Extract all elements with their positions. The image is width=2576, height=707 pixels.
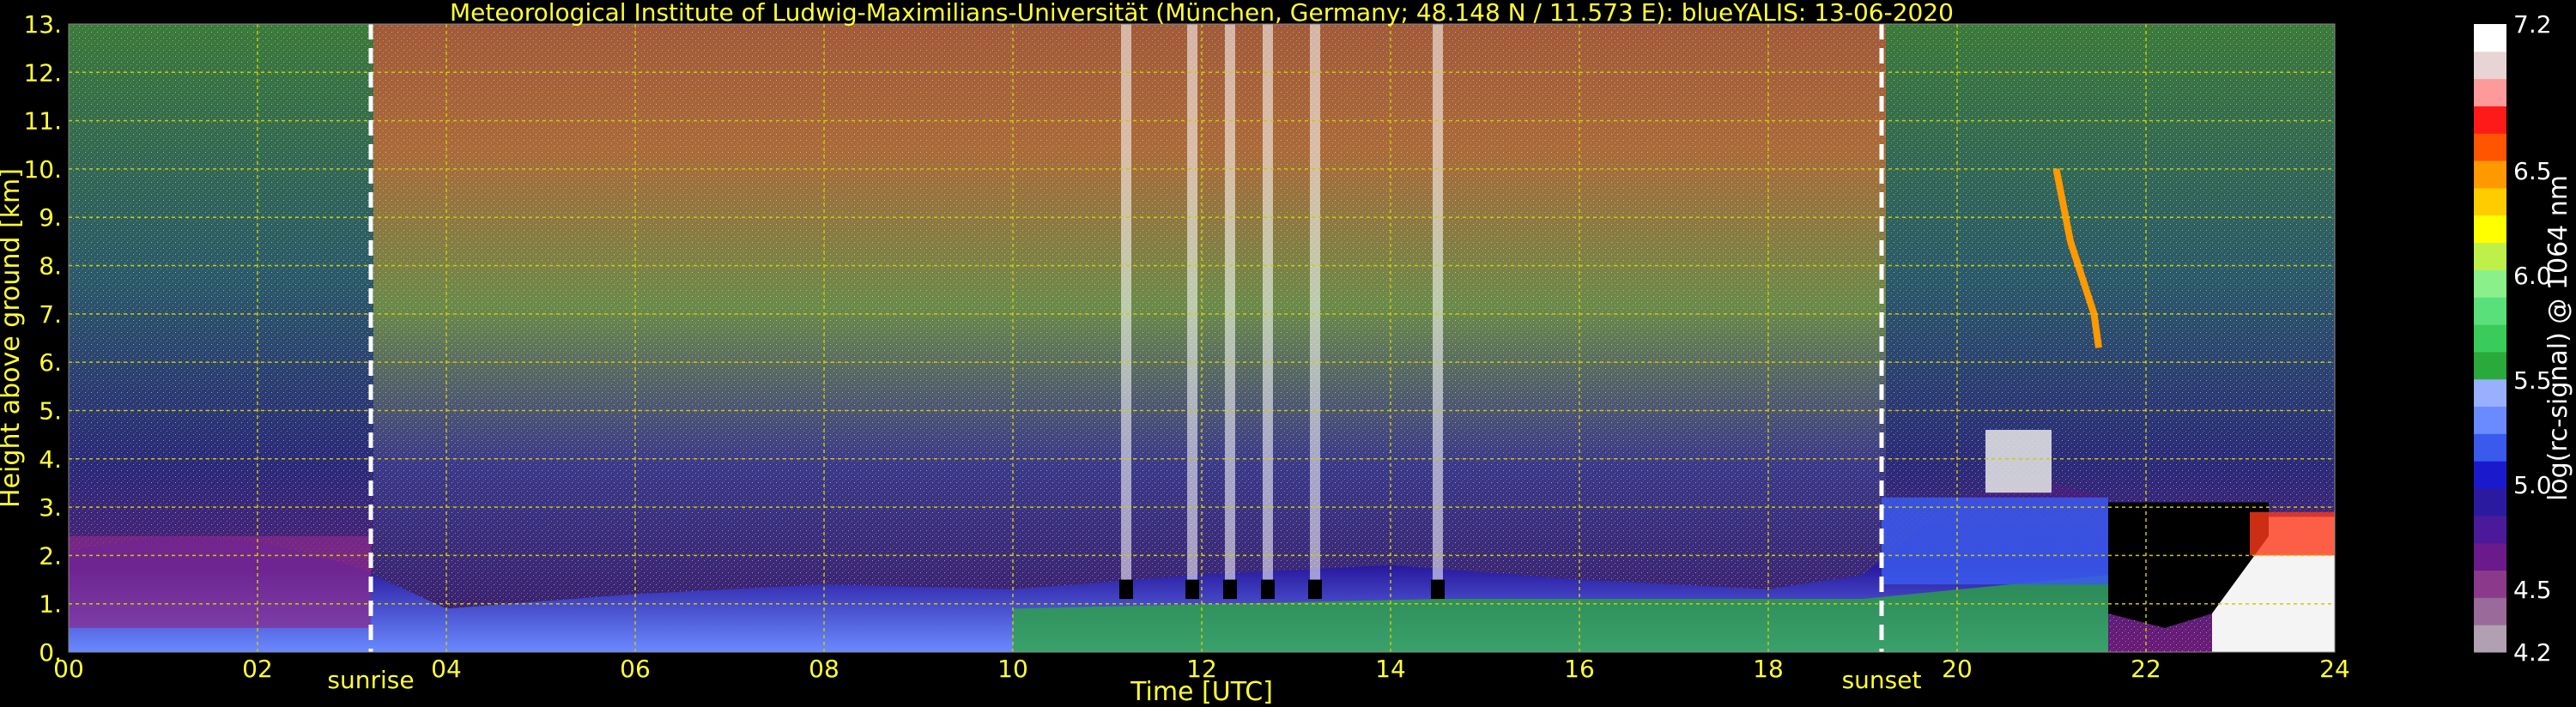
x-tick-label: 04 <box>431 655 462 683</box>
y-tick-label: 2. <box>39 541 62 570</box>
colorbar-block <box>2474 515 2506 544</box>
colorbar-block <box>2474 269 2506 298</box>
y-tick-label: 10. <box>23 155 62 184</box>
cloud-column <box>1433 24 1443 585</box>
plot-area: sunrise sunset <box>68 23 2336 694</box>
x-tick-label: 16 <box>1564 655 1595 683</box>
cloud-base <box>1431 579 1445 600</box>
y-tick-label: 12. <box>23 58 62 87</box>
cloud-base <box>1261 579 1275 600</box>
colorbar-block <box>2474 570 2506 598</box>
colorbar-block <box>2474 187 2506 216</box>
colorbar-block <box>2474 297 2506 325</box>
x-tick-label: 02 <box>242 655 273 683</box>
colorbar-block <box>2474 51 2506 80</box>
cloud-base <box>1185 579 1199 600</box>
colorbar-block <box>2474 215 2506 244</box>
cloud-column <box>1225 24 1235 585</box>
y-tick-label: 7. <box>39 300 62 329</box>
y-tick-label: 11. <box>23 107 62 136</box>
cloud-column <box>1121 24 1131 585</box>
x-tick-label: 20 <box>1942 655 1973 683</box>
x-tick-label: 22 <box>2131 655 2161 683</box>
x-tick-label: 10 <box>997 655 1028 683</box>
colorbar-block <box>2474 324 2506 353</box>
x-tick-label: 00 <box>53 655 84 683</box>
night-cloud-top <box>2250 511 2335 556</box>
colorbar-tick-label: 4.2 <box>2513 638 2552 667</box>
y-tick-label: 9. <box>39 203 62 232</box>
x-tick-label: 24 <box>2319 655 2350 683</box>
x-tick-label: 06 <box>620 655 651 683</box>
colorbar-block <box>2474 351 2506 380</box>
x-tick-label: 08 <box>809 655 839 683</box>
residual-layer <box>69 535 371 628</box>
colorbar-block <box>2474 106 2506 134</box>
cloud-base <box>1223 579 1237 600</box>
x-tick-label: 12 <box>1186 655 1217 683</box>
y-tick-label: 5. <box>39 396 62 425</box>
colorbar-block <box>2474 433 2506 462</box>
elevated-aerosol <box>1882 497 2108 585</box>
y-tick-label: 13. <box>23 10 62 39</box>
colorbar-blocks <box>2474 24 2506 653</box>
cloud-base <box>1308 579 1322 600</box>
colorbar: 4.24.55.05.56.06.57.2 log(rc-signal) @ 1… <box>2474 10 2573 667</box>
colorbar-block <box>2474 133 2506 161</box>
colorbar-block <box>2474 406 2506 434</box>
colorbar-label: log(rc-signal) @ 1064 nm <box>2543 175 2573 501</box>
colorbar-block <box>2474 78 2506 106</box>
y-tick-label: 1. <box>39 590 62 619</box>
cloud-column <box>1187 24 1197 585</box>
cloud-base <box>1119 579 1133 600</box>
chart-title: Meteorological Institute of Ludwig-Maxim… <box>450 0 1954 27</box>
y-tick-label: 6. <box>39 348 62 377</box>
y-tick-label: 3. <box>39 493 62 522</box>
colorbar-tick-label: 4.5 <box>2513 576 2552 604</box>
colorbar-block <box>2474 597 2506 625</box>
event-label-sunset: sunset <box>1842 666 1922 694</box>
colorbar-block <box>2474 625 2506 653</box>
colorbar-block <box>2474 461 2506 489</box>
cloud-column <box>1310 24 1320 585</box>
y-tick-label: 8. <box>39 252 62 281</box>
colorbar-block <box>2474 542 2506 571</box>
cloud-column <box>1263 24 1273 585</box>
colorbar-block <box>2474 242 2506 270</box>
evening-cloud <box>1985 429 2052 493</box>
colorbar-tick-label: 7.2 <box>2513 10 2552 39</box>
y-ticks: 0.1.2.3.4.5.6.7.8.9.10.11.12.13. <box>23 10 62 667</box>
y-axis-label: Height above ground [km] <box>0 168 26 508</box>
x-tick-label: 18 <box>1753 655 1784 683</box>
colorbar-block <box>2474 378 2506 408</box>
y-tick-label: 4. <box>39 445 62 474</box>
colorbar-block <box>2474 488 2506 517</box>
colorbar-block <box>2474 160 2506 189</box>
colorbar-block <box>2474 24 2506 52</box>
x-tick-label: 14 <box>1375 655 1406 683</box>
lidar-chart: sunrise sunset Meteorological Institute o… <box>0 0 2573 707</box>
event-label-sunrise: sunrise <box>327 666 414 694</box>
